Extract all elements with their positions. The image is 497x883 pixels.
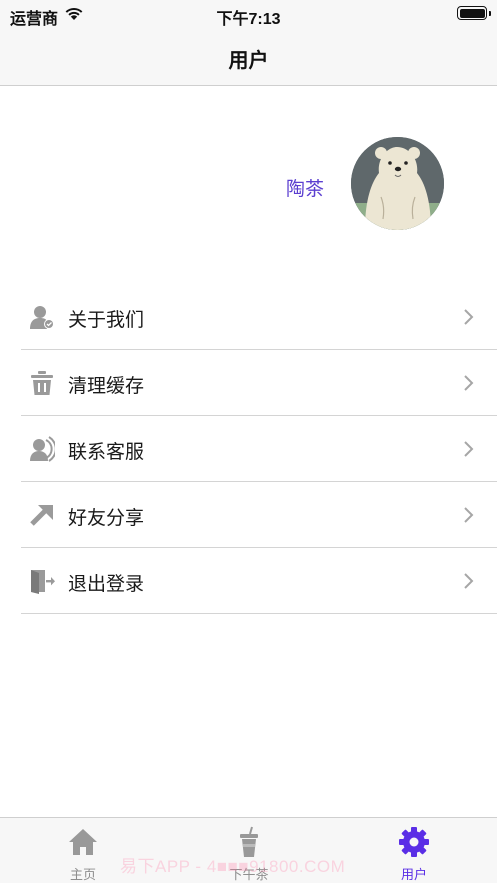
polar-bear-avatar-icon: [351, 137, 444, 230]
menu-item-logout[interactable]: 退出登录: [21, 548, 497, 614]
tab-label: 用户: [400, 867, 427, 882]
user-info-icon: [30, 306, 54, 329]
battery-icon: [457, 6, 487, 20]
home-icon: [69, 829, 97, 855]
navigation-bar: 用户: [0, 28, 497, 86]
chevron-right-icon: [464, 375, 474, 391]
avatar[interactable]: [351, 137, 444, 230]
user-name[interactable]: 陶茶: [286, 174, 324, 201]
settings-menu: 关于我们 清理缓存 联系客服 好友分享 退出登录: [21, 284, 497, 614]
menu-item-customer-service[interactable]: 联系客服: [21, 416, 497, 482]
gear-icon: [399, 827, 429, 857]
menu-item-clear-cache[interactable]: 清理缓存: [21, 350, 497, 416]
tab-bar: 主页 下午茶 用户 易下APP - 4■■■91800.COM: [0, 817, 497, 883]
menu-label: 退出登录: [68, 574, 145, 595]
trash-icon: [31, 371, 53, 395]
menu-label: 清理缓存: [68, 376, 145, 397]
chevron-right-icon: [464, 309, 474, 325]
menu-item-share[interactable]: 好友分享: [21, 482, 497, 548]
tab-user[interactable]: 用户: [331, 818, 497, 883]
profile-header: 陶茶: [0, 86, 497, 286]
menu-label: 关于我们: [68, 310, 145, 331]
menu-label: 联系客服: [68, 442, 145, 463]
status-bar: 运营商 下午7:13: [0, 0, 497, 28]
battery-tip: [489, 11, 491, 16]
customer-service-icon: [30, 436, 55, 462]
chevron-right-icon: [464, 507, 474, 523]
share-arrow-icon: [30, 505, 53, 526]
status-time: 下午7:13: [216, 11, 281, 28]
chevron-right-icon: [464, 441, 474, 457]
watermark-text: 易下APP - 4■■■91800.COM: [120, 857, 346, 876]
menu-item-about-us[interactable]: 关于我们: [21, 284, 497, 350]
menu-label: 好友分享: [68, 508, 145, 529]
chevron-right-icon: [464, 573, 474, 589]
page-title: 用户: [228, 50, 269, 72]
logout-door-icon: [31, 570, 55, 594]
